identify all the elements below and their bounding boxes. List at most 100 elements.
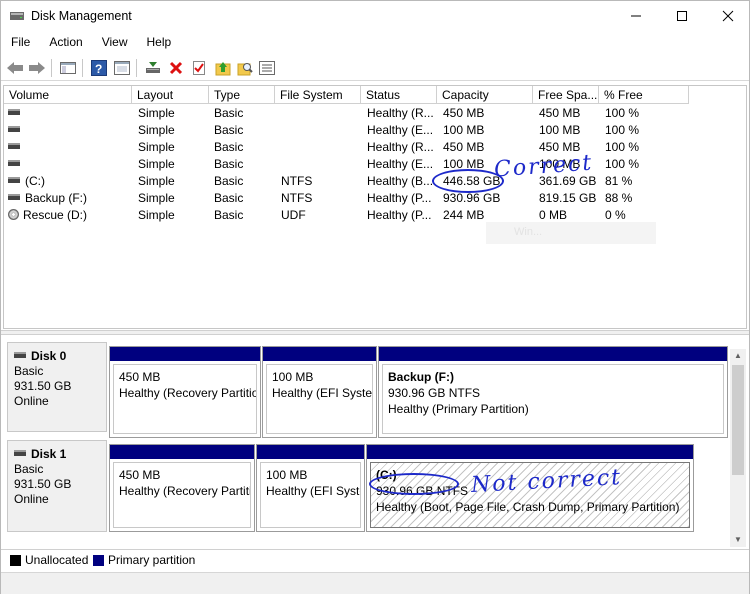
scroll-thumb[interactable]	[732, 365, 744, 475]
volume-row[interactable]: Backup (F:) Simple Basic NTFS Healthy (P…	[4, 190, 746, 207]
col-volume[interactable]: Volume	[4, 86, 132, 104]
toolbar-divider	[82, 59, 83, 77]
col-file-system[interactable]: File System	[275, 86, 361, 104]
disk-map: Disk 0 Basic 931.50 GB Online 450 MB Hea…	[3, 336, 747, 548]
menu-file[interactable]: File	[1, 32, 39, 54]
window-title: Disk Management	[31, 9, 132, 23]
drive-icon	[8, 193, 20, 200]
primary-partition-swatch	[93, 555, 104, 566]
toolbar-divider	[136, 59, 137, 77]
volume-free: 819.15 GB	[539, 191, 597, 205]
disk-0-partition-efi[interactable]: 100 MB Healthy (EFI System Partition)	[262, 346, 377, 438]
scroll-down-arrow-icon[interactable]: ▼	[730, 533, 746, 547]
drive-icon	[8, 125, 20, 132]
volume-layout: Simple	[138, 157, 175, 171]
disk-1-type: Basic	[14, 462, 44, 476]
up-folder-icon[interactable]	[213, 58, 233, 78]
legend-unallocated: Unallocated	[25, 553, 89, 567]
volume-name	[8, 157, 25, 171]
disk-1-size: 931.50 GB	[14, 477, 72, 491]
disk-0-partition-backup[interactable]: Backup (F:) 930.96 GB NTFS Healthy (Prim…	[378, 346, 728, 438]
volume-status: Healthy (R...	[367, 106, 434, 120]
drive-icon	[8, 159, 20, 166]
disk-icon	[14, 351, 26, 358]
volume-name	[8, 123, 25, 137]
disk-1-partition-efi[interactable]: 100 MB Healthy (EFI System Partition)	[256, 444, 365, 532]
console-tree-icon[interactable]	[58, 58, 78, 78]
volume-row[interactable]: Simple Basic Healthy (R... 450 MB 450 MB…	[4, 139, 746, 156]
unallocated-swatch	[10, 555, 21, 566]
partition-body: 450 MB Healthy (Recovery Partition)	[113, 364, 257, 434]
menu-view[interactable]: View	[92, 32, 137, 54]
volume-pct-free: 100 %	[605, 106, 640, 120]
volume-status: Healthy (E...	[367, 123, 434, 137]
col-layout[interactable]: Layout	[132, 86, 209, 104]
annotation-circle-size	[369, 473, 459, 495]
volume-type: Basic	[214, 191, 244, 205]
volume-layout: Simple	[138, 191, 175, 205]
disk-map-scrollbar[interactable]: ▲ ▼	[730, 349, 746, 547]
disk-0-type: Basic	[14, 364, 44, 378]
svg-text:?: ?	[95, 62, 102, 76]
volume-free: 450 MB	[539, 106, 581, 120]
volume-capacity: 450 MB	[443, 106, 485, 120]
disk-1-partition-recovery[interactable]: 450 MB Healthy (Recovery Partition)	[109, 444, 255, 532]
forward-arrow-icon[interactable]	[27, 58, 47, 78]
volume-fs: UDF	[281, 208, 306, 222]
col-percent-free[interactable]: % Free	[599, 86, 689, 104]
help-icon[interactable]: ?	[89, 58, 109, 78]
volume-type: Basic	[214, 157, 244, 171]
disk-icon	[14, 449, 26, 456]
volume-type: Basic	[214, 208, 244, 222]
disk-1-label[interactable]: Disk 1 Basic 931.50 GB Online	[7, 440, 107, 532]
volume-layout: Simple	[138, 123, 175, 137]
volume-pct-free: 0 %	[605, 208, 626, 222]
col-free-space[interactable]: Free Spa...	[533, 86, 599, 104]
maximize-button[interactable]	[659, 1, 705, 31]
col-type[interactable]: Type	[209, 86, 275, 104]
partition-bar	[110, 347, 260, 361]
minimize-button[interactable]	[613, 1, 659, 31]
volume-type: Basic	[214, 174, 244, 188]
volume-row[interactable]: Simple Basic Healthy (R... 450 MB 450 MB…	[4, 105, 746, 122]
properties-icon[interactable]	[112, 58, 132, 78]
partition-body: 100 MB Healthy (EFI System Partition)	[266, 364, 373, 434]
close-button[interactable]	[705, 1, 750, 31]
search-icon[interactable]	[235, 58, 255, 78]
title-bar: Disk Management	[1, 1, 749, 31]
volume-capacity: 244 MB	[443, 208, 485, 222]
volume-pct-free: 100 %	[605, 157, 640, 171]
volume-pct-free: 100 %	[605, 123, 640, 137]
volume-row[interactable]: (C:) Simple Basic NTFS Healthy (B... 446…	[4, 173, 746, 190]
cd-drive-icon	[8, 209, 19, 221]
disk-management-window: Disk Management File Action View Help ?	[0, 0, 750, 594]
volume-pct-free: 88 %	[605, 191, 633, 205]
disk-0-label[interactable]: Disk 0 Basic 931.50 GB Online	[7, 342, 107, 432]
disk-0-partition-recovery[interactable]: 450 MB Healthy (Recovery Partition)	[109, 346, 261, 438]
drive-icon	[8, 108, 20, 115]
back-arrow-icon[interactable]	[5, 58, 25, 78]
scroll-up-arrow-icon[interactable]: ▲	[730, 349, 746, 363]
volume-capacity: 100 MB	[443, 123, 485, 137]
col-status[interactable]: Status	[361, 86, 437, 104]
volume-free: 0 MB	[539, 208, 568, 222]
volume-layout: Simple	[138, 140, 175, 154]
volume-row[interactable]: Simple Basic Healthy (E... 100 MB 100 MB…	[4, 156, 746, 173]
pane-splitter[interactable]	[1, 330, 749, 335]
col-capacity[interactable]: Capacity	[437, 86, 533, 104]
volume-name: Rescue (D:)	[8, 208, 87, 222]
connect-disk-icon[interactable]	[143, 58, 163, 78]
menu-help[interactable]: Help	[137, 32, 181, 54]
disk-1-state: Online	[14, 492, 49, 506]
volume-list: Volume Layout Type File System Status Ca…	[3, 85, 747, 329]
check-icon[interactable]	[189, 58, 209, 78]
delete-icon[interactable]	[166, 58, 186, 78]
volume-capacity: 930.96 GB	[443, 191, 501, 205]
list-view-icon[interactable]	[257, 58, 277, 78]
volume-row[interactable]: Simple Basic Healthy (E... 100 MB 100 MB…	[4, 122, 746, 139]
menu-action[interactable]: Action	[39, 32, 91, 54]
volume-row[interactable]: Rescue (D:) Simple Basic UDF Healthy (P.…	[4, 207, 746, 224]
volume-name: (C:)	[8, 174, 45, 188]
partition-body: Backup (F:) 930.96 GB NTFS Healthy (Prim…	[382, 364, 724, 434]
volume-name	[8, 140, 25, 154]
